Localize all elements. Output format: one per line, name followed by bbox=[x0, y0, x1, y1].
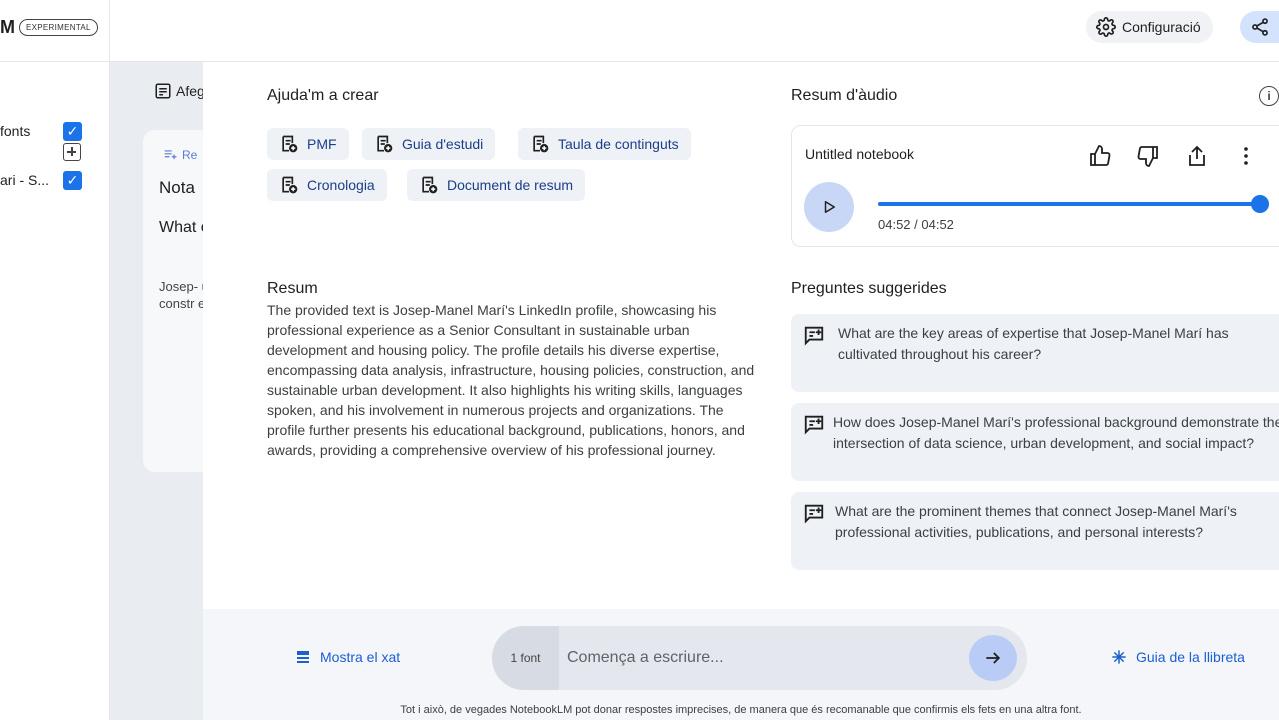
audio-player-card: Untitled notebook 04:52 / 04:52 bbox=[791, 125, 1279, 247]
arrow-right-icon bbox=[986, 652, 1001, 664]
settings-button[interactable]: Configuració bbox=[1086, 11, 1213, 43]
chat-bottom-bar: Mostra el xat 1 font Guia de la llibreta… bbox=[203, 609, 1279, 720]
notebook-guide-panel: Ajuda'm a crear PMF Guia d'estudi Taula … bbox=[203, 62, 1279, 609]
divider bbox=[109, 0, 110, 62]
thumbs-down-icon[interactable] bbox=[1136, 144, 1160, 168]
note-tag-label: Re bbox=[182, 148, 198, 162]
app-logo[interactable]: M EXPERIMENTAL bbox=[0, 17, 98, 38]
note-tag: Re bbox=[163, 148, 197, 162]
add-source-icon[interactable] bbox=[63, 143, 81, 161]
suggested-question[interactable]: What are the key areas of expertise that… bbox=[791, 314, 1279, 392]
suggested-question[interactable]: What are the prominent themes that conne… bbox=[791, 492, 1279, 570]
audio-time: 04:52 / 04:52 bbox=[878, 217, 954, 232]
doc-add-icon bbox=[282, 135, 298, 153]
add-note-button[interactable]: Afeg bbox=[154, 82, 205, 100]
source-count-pill[interactable]: 1 font bbox=[492, 626, 559, 690]
experimental-badge: EXPERIMENTAL bbox=[19, 19, 98, 36]
play-icon bbox=[824, 201, 835, 213]
suggested-question-text: What are the key areas of expertise that… bbox=[838, 325, 1229, 362]
chat-panel-icon bbox=[297, 651, 309, 663]
chip-label: Guia d'estudi bbox=[402, 136, 484, 152]
thumbs-up-icon[interactable] bbox=[1088, 144, 1112, 168]
gear-icon bbox=[1096, 17, 1116, 37]
saved-response-icon bbox=[164, 150, 177, 160]
chat-input-container: 1 font bbox=[492, 626, 1027, 690]
source-item[interactable]: ari - S... ✓ bbox=[0, 170, 110, 190]
play-button[interactable] bbox=[804, 182, 854, 232]
settings-label: Configuració bbox=[1122, 19, 1201, 35]
table-of-contents-button[interactable]: Taula de continguts bbox=[518, 128, 691, 160]
suggested-questions-title: Preguntes suggerides bbox=[791, 280, 947, 297]
checkbox-checked-icon[interactable]: ✓ bbox=[63, 121, 82, 141]
more-vert-icon[interactable] bbox=[1234, 144, 1258, 168]
sources-sidebar: fonts ✓ ari - S... ✓ bbox=[0, 62, 110, 720]
show-chat-button[interactable]: Mostra el xat bbox=[295, 649, 400, 665]
summary-title: Resum bbox=[267, 280, 318, 297]
suggested-question-text: How does Josep-Manel Marí's professional… bbox=[833, 414, 1279, 451]
briefing-doc-button[interactable]: Document de resum bbox=[407, 169, 586, 201]
suggested-question[interactable]: How does Josep-Manel Marí's professional… bbox=[791, 403, 1279, 481]
notebook-guide-label: Guia de la llibreta bbox=[1136, 649, 1245, 665]
chip-label: Document de resum bbox=[447, 177, 574, 193]
chip-label: PMF bbox=[307, 136, 337, 152]
audio-progress-fill bbox=[878, 202, 1260, 206]
study-guide-button[interactable]: Guia d'estudi bbox=[362, 128, 496, 160]
doc-add-icon bbox=[422, 176, 438, 194]
faq-button[interactable]: PMF bbox=[267, 128, 349, 160]
doc-add-icon bbox=[533, 135, 549, 153]
brand-text: M bbox=[0, 17, 15, 37]
chip-label: Cronologia bbox=[307, 177, 375, 193]
doc-add-icon bbox=[282, 176, 298, 194]
note-title: Nota bbox=[159, 178, 195, 197]
suggested-question-text: What are the prominent themes that conne… bbox=[835, 503, 1237, 540]
chat-input[interactable] bbox=[567, 646, 957, 670]
sparkle-icon bbox=[1112, 650, 1126, 664]
audio-progress-handle[interactable] bbox=[1251, 195, 1269, 213]
timeline-button[interactable]: Cronologia bbox=[267, 169, 387, 201]
notebook-guide-button[interactable]: Guia de la llibreta bbox=[1111, 649, 1245, 665]
info-icon[interactable]: i bbox=[1259, 86, 1279, 106]
suggested-question-icon bbox=[804, 415, 824, 435]
suggested-question-icon bbox=[804, 326, 824, 346]
source-label: ari - S... bbox=[0, 172, 50, 188]
share-button[interactable] bbox=[1240, 11, 1279, 43]
send-button[interactable] bbox=[969, 635, 1017, 681]
top-bar: M EXPERIMENTAL Configuració bbox=[0, 0, 1279, 62]
help-create-title: Ajuda'm a crear bbox=[267, 87, 379, 104]
note-icon bbox=[155, 83, 171, 99]
doc-add-icon bbox=[377, 135, 393, 153]
suggested-question-icon bbox=[804, 504, 824, 524]
select-all-sources-row[interactable]: fonts ✓ bbox=[0, 121, 110, 141]
source-label: fonts bbox=[0, 123, 31, 139]
chip-label: Taula de continguts bbox=[558, 136, 679, 152]
share-icon bbox=[1252, 18, 1268, 36]
audio-progress-track[interactable] bbox=[878, 195, 1269, 213]
audio-overview-title: Resum d'àudio bbox=[791, 87, 898, 104]
summary-text: The provided text is Josep-Manel Marí's … bbox=[267, 302, 755, 458]
add-note-label: Afeg bbox=[176, 83, 205, 99]
show-chat-label: Mostra el xat bbox=[320, 649, 401, 665]
checkbox-checked-icon[interactable]: ✓ bbox=[63, 170, 82, 190]
audio-notebook-name: Untitled notebook bbox=[805, 146, 914, 162]
share-upload-icon[interactable] bbox=[1185, 144, 1209, 168]
disclaimer-text: Tot i això, de vegades NotebookLM pot do… bbox=[400, 704, 1082, 716]
